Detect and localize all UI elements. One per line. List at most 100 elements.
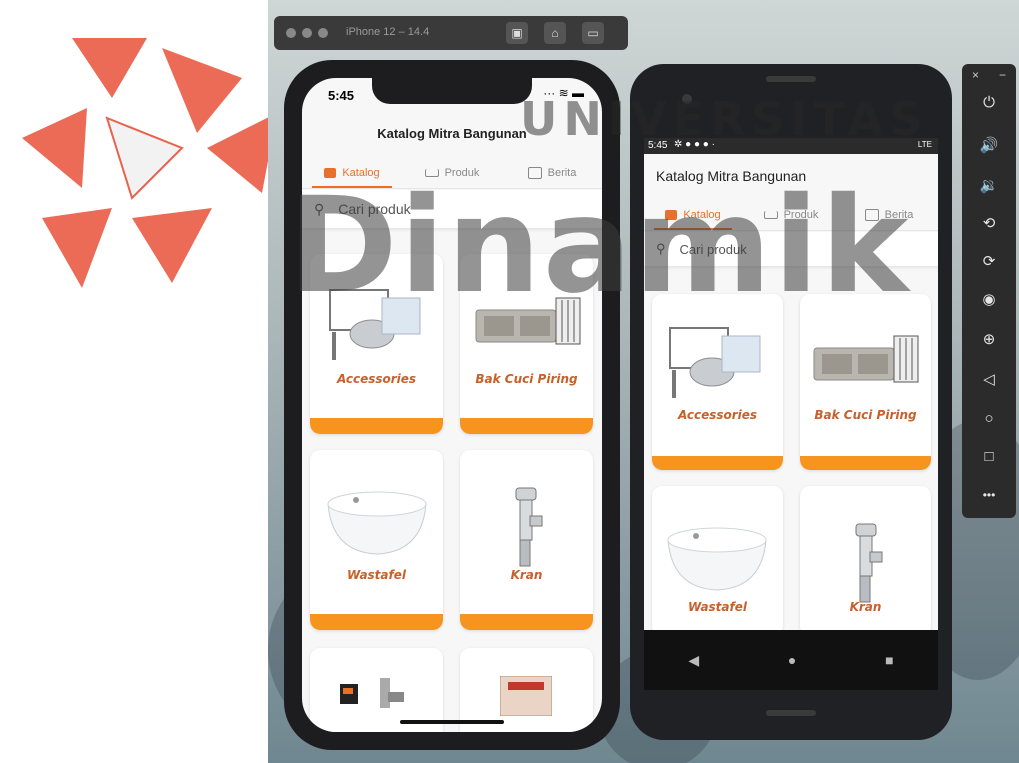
tab-bar: Katalog Produk Berita: [644, 200, 938, 231]
android-device: 5:45 ✲ ● ● ● · LTE Katalog Mitra Banguna…: [630, 64, 952, 740]
card-accent-strip: [310, 418, 443, 434]
category-card-wastafel[interactable]: Wastafel: [652, 486, 783, 636]
volume-down-icon[interactable]: 🔉: [962, 176, 1016, 194]
tab-label: Berita: [884, 209, 914, 221]
screenshot-button[interactable]: ▣: [506, 22, 528, 44]
signal-icon: LTE: [917, 140, 932, 149]
back-icon[interactable]: ◀: [688, 652, 699, 669]
emulator-side-panel: × − ⏻ 🔊 🔉 ⟲ ⟳ ◉ ⊕ ◁ ○ □ •••: [962, 64, 1016, 518]
card-accent-strip: [310, 614, 443, 630]
search-icon: ⚲: [314, 200, 325, 217]
washbasin-image: [327, 491, 427, 555]
search-bar[interactable]: ⚲ Cari produk: [302, 190, 602, 228]
tab-label: Produk: [444, 167, 480, 179]
product-image: [340, 678, 404, 708]
category-card-bak-cuci-piring[interactable]: Bak Cuci Piring: [460, 254, 593, 434]
accessories-image: [669, 327, 761, 398]
home-indicator[interactable]: [400, 720, 504, 724]
android-screen: 5:45 ✲ ● ● ● · LTE Katalog Mitra Banguna…: [644, 138, 938, 690]
search-input[interactable]: Cari produk: [338, 201, 410, 217]
card-accent-strip: [460, 418, 593, 434]
app-title: Katalog Mitra Bangunan: [656, 168, 807, 184]
android-status-bar: 5:45 ✲ ● ● ● · LTE: [644, 138, 938, 154]
simulator-toolbar: iPhone 12 – 14.4 ▣ ⌂ ▭: [274, 16, 628, 50]
app-title: Katalog Mitra Bangunan: [377, 126, 527, 141]
sink-image: [475, 297, 581, 345]
washbasin-image: [667, 527, 767, 591]
news-icon: [864, 209, 879, 221]
tab-berita[interactable]: Berita: [840, 200, 938, 230]
zoom-icon[interactable]: ⊕: [962, 330, 1016, 348]
card-label: Kran: [849, 600, 882, 614]
power-icon[interactable]: ⏻: [962, 94, 1016, 111]
category-card-bak-cuci-piring[interactable]: Bak Cuci Piring: [800, 294, 931, 470]
sink-icon: [424, 169, 439, 177]
category-card-kran[interactable]: Kran: [460, 450, 593, 630]
news-icon: [527, 167, 542, 179]
home-button[interactable]: ⌂: [544, 22, 566, 44]
tab-produk[interactable]: Produk: [402, 158, 502, 188]
more-icon[interactable]: •••: [962, 488, 1016, 502]
card-label: Wastafel: [688, 600, 747, 614]
overview-icon[interactable]: □: [962, 448, 1016, 465]
card-label: Wastafel: [347, 568, 406, 582]
tab-label: Berita: [547, 167, 577, 179]
status-time: 5:45: [328, 88, 355, 103]
speaker: [766, 76, 816, 82]
camera-icon[interactable]: ◉: [962, 290, 1016, 308]
home-icon[interactable]: ●: [788, 652, 796, 668]
search-input[interactable]: Cari produk: [680, 242, 747, 257]
iphone-screen: 5:45 ··· ≋ ▬ Katalog Mitra Bangunan Kata…: [302, 78, 602, 732]
category-card-kran[interactable]: Kran: [800, 486, 931, 636]
watermark-logo: [22, 38, 277, 288]
sink-icon: [763, 211, 778, 219]
category-card-wastafel[interactable]: Wastafel: [310, 450, 443, 630]
category-card-accessories[interactable]: Accessories: [310, 254, 443, 434]
close-icon[interactable]: ×: [972, 68, 979, 82]
front-camera: [682, 94, 692, 104]
volume-up-icon[interactable]: 🔊: [962, 136, 1016, 154]
notch: [372, 78, 532, 104]
minimize-icon[interactable]: −: [999, 68, 1006, 82]
search-icon: ⚲: [656, 241, 666, 256]
tab-katalog[interactable]: Katalog: [644, 200, 742, 230]
tab-berita[interactable]: Berita: [502, 158, 602, 188]
card-accent-strip: [800, 456, 931, 470]
home-icon[interactable]: ○: [962, 410, 1016, 427]
back-icon[interactable]: ◁: [962, 370, 1016, 388]
product-box-image: [500, 676, 552, 716]
notification-icons: ✲ ● ● ● ·: [674, 139, 715, 150]
rotate-button[interactable]: ▭: [582, 22, 604, 44]
faucet-image: [515, 487, 543, 567]
status-time: 5:45: [648, 140, 668, 151]
search-bar[interactable]: ⚲ Cari produk: [644, 232, 938, 266]
simulator-title: iPhone 12 – 14.4: [346, 26, 430, 38]
rotate-left-icon[interactable]: ⟲: [962, 214, 1016, 232]
zoom-window-button[interactable]: [318, 28, 328, 38]
card-label: Bak Cuci Piring: [475, 372, 578, 386]
card-accent-strip: [652, 456, 783, 470]
android-nav-bar: ◀ ● ■: [644, 630, 938, 690]
tab-label: Katalog: [342, 167, 380, 179]
tab-produk[interactable]: Produk: [742, 200, 840, 230]
close-window-button[interactable]: [286, 28, 296, 38]
catalog-icon: [665, 210, 678, 220]
iphone-device: 5:45 ··· ≋ ▬ Katalog Mitra Bangunan Kata…: [284, 60, 620, 750]
recents-icon[interactable]: ■: [885, 652, 893, 668]
catalog-icon: [324, 168, 337, 178]
card-label: Bak Cuci Piring: [814, 408, 917, 422]
card-label: Accessories: [336, 372, 417, 386]
status-icons: ··· ≋ ▬: [543, 86, 584, 100]
rotate-right-icon[interactable]: ⟳: [962, 252, 1016, 270]
card-accent-strip: [460, 614, 593, 630]
accessories-image: [329, 289, 421, 360]
minimize-window-button[interactable]: [302, 28, 312, 38]
tab-label: Katalog: [683, 209, 721, 221]
tab-bar: Katalog Produk Berita: [302, 158, 602, 189]
tab-katalog[interactable]: Katalog: [302, 158, 402, 188]
category-card-accessories[interactable]: Accessories: [652, 294, 783, 470]
card-label: Accessories: [677, 408, 758, 422]
faucet-image: [855, 523, 883, 603]
sink-image: [813, 335, 919, 383]
bottom-speaker: [766, 710, 816, 716]
